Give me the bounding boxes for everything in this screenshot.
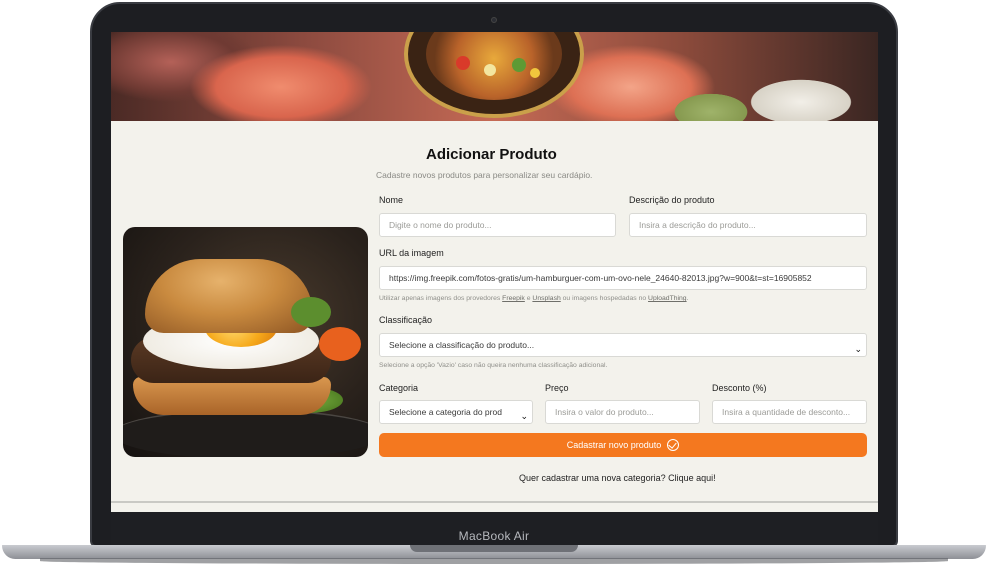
- uploadthing-link[interactable]: UploadThing: [648, 295, 687, 302]
- laptop-notch: [410, 545, 578, 552]
- lettuce-shape: [291, 297, 331, 327]
- image-url-hint: Utilizar apenas imagens dos provedores F…: [379, 295, 688, 302]
- new-category-link[interactable]: Quer cadastrar uma nova categoria? Cliqu…: [519, 473, 716, 483]
- price-label: Preço: [545, 383, 569, 393]
- hint-text: .: [686, 295, 689, 302]
- laptop-shadow: [40, 558, 948, 564]
- page-subtitle: Cadastre novos produtos para personaliza…: [376, 170, 593, 180]
- plate-shape: [123, 409, 368, 457]
- logo-emblem-icon: [426, 32, 562, 100]
- chevron-down-icon: ⌄: [854, 344, 862, 354]
- chevron-down-icon: ⌄: [520, 411, 528, 421]
- discount-input[interactable]: Insira a quantidade de desconto...: [712, 400, 867, 424]
- classification-select[interactable]: Selecione a classificação do produto... …: [379, 333, 867, 357]
- submit-product-button[interactable]: Cadastrar novo produto: [379, 433, 867, 457]
- app-screen: Adicionar Produto Cadastre novos produto…: [111, 32, 878, 512]
- classification-label: Classificação: [379, 315, 433, 325]
- tomato-icon: [456, 56, 470, 70]
- cheese-icon: [484, 64, 496, 76]
- unsplash-link[interactable]: Unsplash: [532, 295, 560, 302]
- classification-hint: Selecione a opção 'Vazio' caso não queir…: [379, 362, 608, 369]
- leaf-icon: [512, 58, 526, 72]
- image-url-input[interactable]: https://img.freepik.com/fotos-gratis/um-…: [379, 266, 867, 290]
- discount-label: Desconto (%): [712, 383, 767, 393]
- page-title: Adicionar Produto: [426, 146, 557, 163]
- classification-selected-value: Selecione a classificação do produto...: [389, 340, 535, 350]
- name-input[interactable]: Digite o nome do produto...: [379, 213, 616, 237]
- section-divider: [111, 501, 878, 503]
- restaurant-logo[interactable]: [404, 32, 584, 118]
- laptop-mockup: Adicionar Produto Cadastre novos produto…: [0, 0, 988, 568]
- hint-text: Utilizar apenas imagens dos provedores: [379, 295, 501, 302]
- camera-icon: [491, 17, 497, 23]
- hint-text: ou imagens hospedadas no: [562, 295, 647, 302]
- hero-banner: [111, 32, 878, 121]
- image-url-label: URL da imagem: [379, 248, 444, 258]
- device-brand-label: MacBook Air: [458, 529, 530, 543]
- category-label: Categoria: [379, 383, 419, 393]
- product-preview-image: [123, 227, 368, 457]
- bun-top-shape: [145, 259, 313, 333]
- submit-label: Cadastrar novo produto: [566, 440, 662, 450]
- check-plus-icon: [667, 438, 680, 451]
- name-label: Nome: [379, 195, 404, 205]
- description-input[interactable]: Insira a descrição do produto...: [629, 213, 867, 237]
- hint-text: e: [526, 295, 531, 302]
- description-label: Descrição do produto: [629, 195, 715, 205]
- price-input[interactable]: Insira o valor do produto...: [545, 400, 700, 424]
- category-selected-value: Selecione a categoria do prod: [389, 407, 502, 417]
- tomato-shape: [319, 327, 361, 361]
- category-select[interactable]: Selecione a categoria do prod ⌄: [379, 400, 533, 424]
- lemon-icon: [530, 68, 540, 78]
- freepik-link[interactable]: Freepik: [502, 295, 525, 302]
